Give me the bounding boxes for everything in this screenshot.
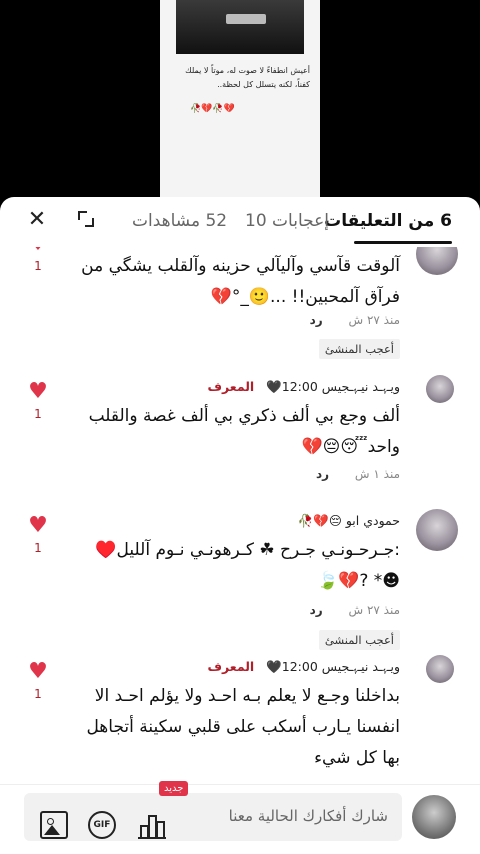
comment-time: منذ ٢٧ ش bbox=[348, 603, 400, 617]
comment-input[interactable]: شارك أفكارك الحالية معنا GIF جديد bbox=[24, 781, 402, 841]
author-badge: المعرف bbox=[207, 659, 255, 674]
comment-time: منذ ١ ش bbox=[354, 467, 400, 481]
like-button[interactable]: ♥ 1 bbox=[26, 513, 50, 556]
comment-text: ألف وجع بي ألف ذكري بي ألف غصة والقلب وا… bbox=[88, 406, 400, 457]
creator-liked-tag: أعجب المنشئ bbox=[318, 339, 400, 359]
like-button[interactable]: ♥ 1 bbox=[26, 247, 50, 273]
image-icon[interactable] bbox=[40, 811, 68, 839]
new-badge: جديد bbox=[159, 781, 189, 796]
comment-text: بداخلنا وجـع لا يعلم بـه احـد ولا يؤلم ا… bbox=[86, 686, 400, 768]
expand-icon[interactable] bbox=[78, 211, 94, 227]
comment-text: آلوقت قآسي وآليآلي حزينه وآلقلب يشگي من … bbox=[81, 256, 400, 307]
comments-sheet: 6 من التعليقات إعجابات 10 52 مشاهدات ✕ آ… bbox=[0, 197, 480, 854]
avatar[interactable] bbox=[426, 655, 454, 683]
comment-input-placeholder: شارك أفكارك الحالية معنا bbox=[228, 807, 388, 825]
heart-icon: ♥ bbox=[28, 513, 48, 538]
comment-author[interactable]: حمودي ابو 😔💔🥀 bbox=[298, 513, 400, 528]
author-badge: المعرف bbox=[207, 379, 255, 394]
tab-active-indicator bbox=[354, 241, 452, 244]
comment-list: آلوقت قآسي وآليآلي حزينه وآلقلب يشگي من … bbox=[0, 247, 480, 787]
close-icon[interactable]: ✕ bbox=[26, 209, 48, 231]
comment-author[interactable]: ويـﮩـد نيـﮩـجيس 12:00🖤 bbox=[266, 659, 400, 674]
comment-meta: منذ ٢٧ ش رد bbox=[310, 313, 400, 327]
reply-button[interactable]: رد bbox=[316, 467, 329, 481]
avatar[interactable] bbox=[416, 247, 458, 275]
avatar[interactable] bbox=[416, 509, 458, 551]
video-caption-emoji: 🥀💔🥀💔 bbox=[190, 104, 235, 114]
comment-author[interactable]: ويـﮩـد نيـﮩـجيس 12:00🖤 bbox=[266, 379, 400, 394]
like-button[interactable]: ♥ 1 bbox=[26, 659, 50, 702]
video-photo bbox=[176, 0, 304, 54]
creator-liked-tag: أعجب المنشئ bbox=[318, 630, 400, 650]
tab-bar: 6 من التعليقات إعجابات 10 52 مشاهدات ✕ bbox=[0, 197, 480, 247]
like-count: 1 bbox=[34, 687, 42, 701]
tab-comments[interactable]: 6 من التعليقات bbox=[324, 211, 452, 231]
comment-time: منذ ٢٧ ش bbox=[348, 313, 400, 327]
like-count: 1 bbox=[34, 259, 42, 273]
gif-icon[interactable]: GIF bbox=[88, 811, 116, 839]
tab-views[interactable]: 52 مشاهدات bbox=[132, 211, 227, 231]
comment-author-row: ويـﮩـد نيـﮩـجيس 12:00🖤 المعرف bbox=[207, 659, 400, 675]
comment-meta: منذ ١ ش رد bbox=[316, 467, 400, 481]
avatar bbox=[412, 795, 456, 839]
comment-composer: شارك أفكارك الحالية معنا GIF جديد bbox=[0, 781, 480, 854]
bar-chart-icon[interactable] bbox=[138, 811, 166, 839]
heart-icon: ♥ bbox=[28, 379, 48, 404]
tab-likes[interactable]: إعجابات 10 bbox=[245, 211, 329, 231]
heart-icon: ♥ bbox=[28, 659, 48, 684]
heart-icon: ♥ bbox=[26, 247, 50, 255]
reply-button[interactable]: رد bbox=[310, 603, 323, 617]
reply-button[interactable]: رد bbox=[310, 313, 323, 327]
comment-author-row: ويـﮩـد نيـﮩـجيس 12:00🖤 المعرف bbox=[207, 379, 400, 395]
like-count: 1 bbox=[34, 541, 42, 555]
avatar[interactable] bbox=[426, 375, 454, 403]
comment-text: :جـرحـونـي جـرح ☘ كـرهونـي نـوم آلليل♥️☻… bbox=[95, 540, 400, 591]
comment-meta: منذ ٢٧ ش رد bbox=[310, 603, 400, 617]
like-count: 1 bbox=[34, 407, 42, 421]
like-button[interactable]: ♥ 1 bbox=[26, 379, 50, 422]
comment-author-row: حمودي ابو 😔💔🥀 bbox=[298, 513, 400, 529]
video-caption: أعيش انطفاءً لا صوت له، موتاً لا يملك كف… bbox=[185, 66, 310, 89]
